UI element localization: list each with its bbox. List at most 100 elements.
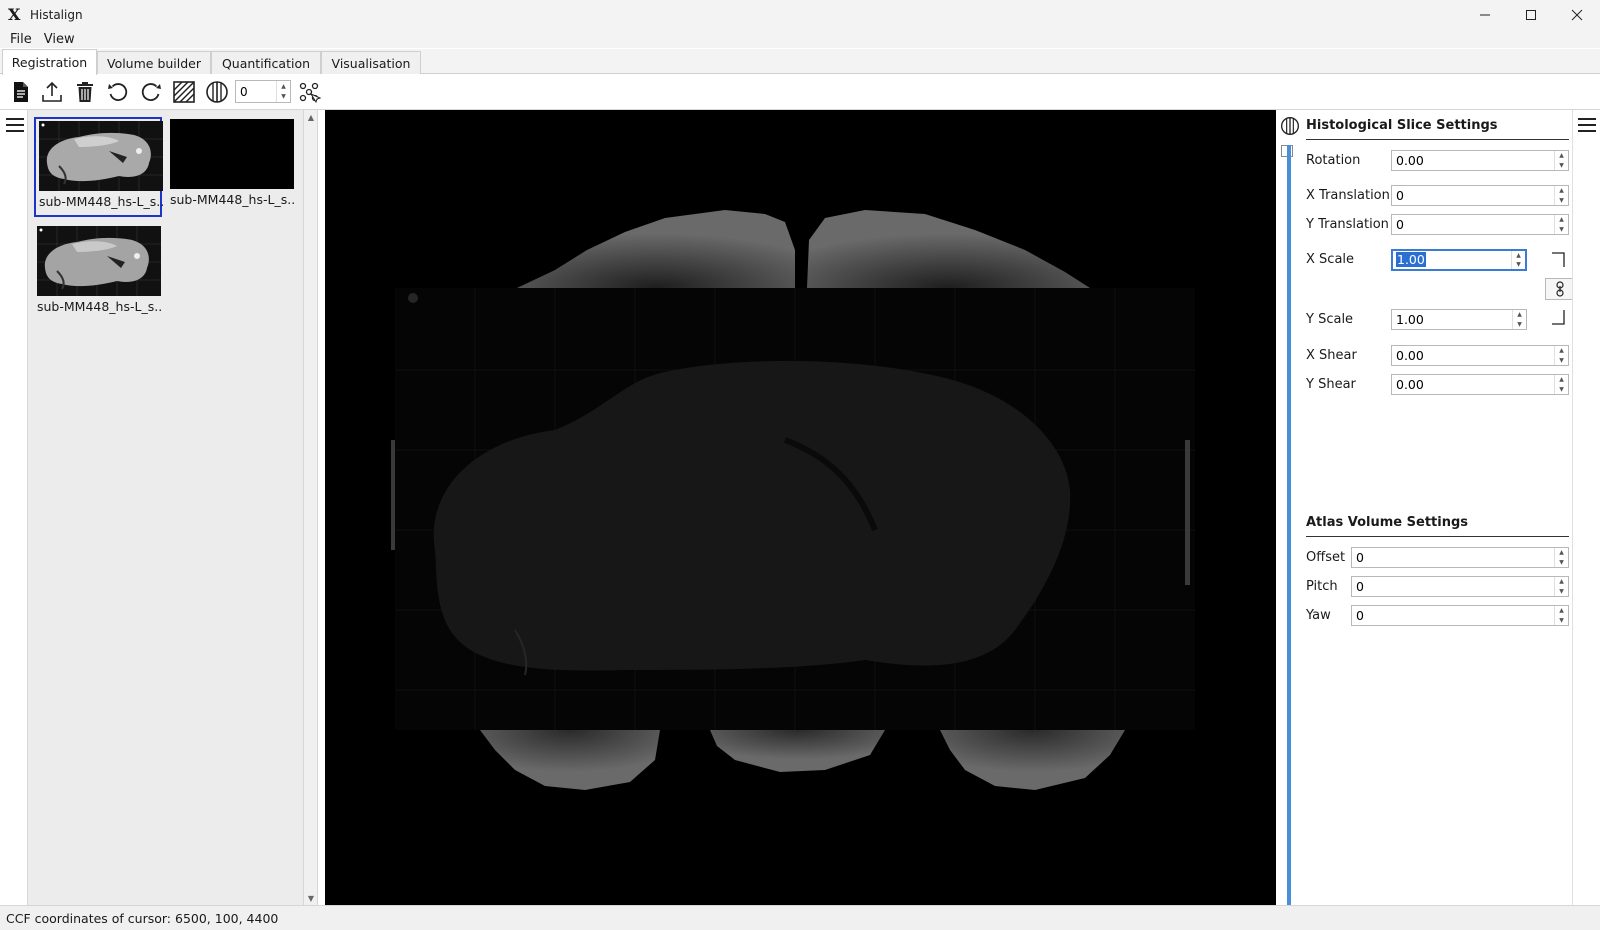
thumbnail-item[interactable]: sub-MM448_hs-L_s...: [167, 117, 296, 217]
stepper-arrows[interactable]: ▲ ▼: [1512, 310, 1526, 329]
menu-bar: File View: [0, 30, 1600, 48]
minimize-icon[interactable]: [1462, 0, 1508, 30]
y-shear-field[interactable]: ▲▼: [1391, 374, 1569, 395]
x-shear-input[interactable]: [1392, 346, 1552, 365]
scroll-up-icon[interactable]: ▲: [304, 110, 318, 124]
atlas-lobe-middle: [710, 730, 885, 772]
atlas-lobe-left: [480, 730, 660, 790]
delete-icon[interactable]: [72, 79, 98, 105]
thumbnail-caption: sub-MM448_hs-L_s...: [170, 192, 296, 207]
window-title: Histalign: [30, 8, 83, 22]
x-scale-field[interactable]: 1.00 ▲ ▼: [1391, 249, 1527, 271]
maximize-icon[interactable]: [1508, 0, 1554, 30]
slice-thumbnail-image: [39, 121, 163, 191]
tab-visualisation[interactable]: Visualisation: [321, 51, 421, 74]
y-scale-field[interactable]: ▲▼: [1391, 309, 1527, 330]
tab-registration[interactable]: Registration: [2, 49, 97, 75]
tab-bar: Registration Volume builder Quantificati…: [0, 49, 1600, 75]
contrast-icon: [1280, 116, 1300, 136]
rotate-left-icon[interactable]: [105, 79, 131, 105]
x-translation-label: X Translation: [1306, 188, 1390, 203]
stepper-arrows[interactable]: ▲ ▼: [1511, 251, 1525, 269]
histalign-logo: X: [8, 5, 21, 24]
x-translation-field[interactable]: ▲▼: [1391, 185, 1569, 206]
settings-panel-gutter: [1276, 110, 1296, 905]
stepper-arrows[interactable]: ▲ ▼: [1554, 151, 1568, 170]
scale-link-corner-top-icon: [1551, 252, 1567, 268]
offset-input[interactable]: [1352, 548, 1552, 567]
slice-index-input[interactable]: [236, 81, 274, 102]
slice-thumbnail-image: [37, 226, 161, 296]
toolbar: ▲▼: [0, 74, 1600, 110]
slice-marker-dot: [408, 293, 418, 303]
x-shear-label: X Shear: [1306, 348, 1357, 363]
thumbnail-caption: sub-MM448_hs-L_s...: [37, 299, 163, 314]
contrast-icon[interactable]: [204, 79, 230, 105]
y-scale-input[interactable]: [1392, 310, 1510, 329]
stepper-arrows[interactable]: ▲ ▼: [1554, 215, 1568, 234]
rotation-input[interactable]: [1392, 151, 1552, 170]
x-translation-input[interactable]: [1392, 186, 1552, 205]
pitch-label: Pitch: [1306, 579, 1338, 594]
stepper-arrows[interactable]: ▲ ▼: [1554, 375, 1568, 394]
y-scale-label: Y Scale: [1306, 312, 1354, 327]
yaw-label: Yaw: [1306, 608, 1331, 623]
thumbnail-item[interactable]: sub-MM448_hs-L_s...: [34, 224, 163, 324]
tab-quantification[interactable]: Quantification: [211, 51, 321, 74]
cursor-coordinates: CCF coordinates of cursor: 6500, 100, 44…: [6, 910, 279, 926]
thumbnail-scrollbar[interactable]: ▲ ▼: [304, 110, 318, 905]
slice-index-stepper[interactable]: ▲▼: [235, 80, 291, 103]
chain-link-icon: [1556, 281, 1564, 297]
registration-viewer[interactable]: [325, 110, 1276, 905]
pitch-field[interactable]: ▲▼: [1351, 576, 1569, 597]
menu-icon[interactable]: [6, 118, 24, 132]
slice-edge-right: [1185, 440, 1190, 585]
status-bar: CCF coordinates of cursor: 6500, 100, 44…: [0, 905, 1600, 930]
stepper-arrows[interactable]: ▲ ▼: [1554, 186, 1568, 205]
y-translation-input[interactable]: [1392, 215, 1552, 234]
y-translation-field[interactable]: ▲▼: [1391, 214, 1569, 235]
open-project-icon[interactable]: [7, 79, 33, 105]
x-shear-field[interactable]: ▲▼: [1391, 345, 1569, 366]
rotation-label: Rotation: [1306, 153, 1361, 168]
x-scale-label: X Scale: [1306, 252, 1355, 267]
settings-accent-bar: [1287, 145, 1291, 905]
histology-settings-title: Histological Slice Settings: [1306, 118, 1498, 133]
menu-icon[interactable]: [1578, 118, 1596, 132]
stepper-arrows[interactable]: ▲ ▼: [1554, 606, 1568, 625]
x-scale-input[interactable]: 1.00: [1396, 252, 1426, 267]
stepper-arrows[interactable]: ▲ ▼: [1554, 548, 1568, 567]
atlas-lobe-right: [940, 730, 1125, 790]
rotation-field[interactable]: ▲▼: [1391, 150, 1569, 171]
yaw-input[interactable]: [1352, 606, 1552, 625]
settings-panel: Histological Slice Settings Rotation ▲▼ …: [1281, 110, 1575, 905]
stepper-arrows[interactable]: ▲ ▼: [276, 81, 290, 102]
y-shear-label: Y Shear: [1306, 377, 1356, 392]
slice-edge-left: [391, 440, 395, 550]
hatch-toggle-icon[interactable]: [171, 79, 197, 105]
viewer-canvas: [391, 210, 1195, 790]
y-translation-label: Y Translation: [1306, 217, 1389, 232]
settings-panel-toggle-strip: [1572, 110, 1600, 905]
tab-volume-builder[interactable]: Volume builder: [97, 51, 211, 74]
stepper-arrows[interactable]: ▲ ▼: [1554, 346, 1568, 365]
stepper-arrows[interactable]: ▲ ▼: [1554, 577, 1568, 596]
menu-view[interactable]: View: [37, 32, 82, 47]
upload-icon[interactable]: [39, 79, 65, 105]
offset-label: Offset: [1306, 550, 1346, 565]
thumbnail-item[interactable]: sub-MM448_hs-L_s...: [34, 117, 165, 217]
thumbnail-caption: sub-MM448_hs-L_s...: [39, 194, 165, 209]
menu-file[interactable]: File: [3, 32, 39, 47]
atlas-cortex-right: [807, 210, 1090, 288]
y-shear-input[interactable]: [1392, 375, 1552, 394]
close-icon[interactable]: [1554, 0, 1600, 30]
scroll-down-icon[interactable]: ▼: [304, 891, 318, 905]
rotate-right-icon[interactable]: [138, 79, 164, 105]
yaw-field[interactable]: ▲▼: [1351, 605, 1569, 626]
pitch-input[interactable]: [1352, 577, 1552, 596]
landmark-icon[interactable]: [296, 79, 322, 105]
offset-field[interactable]: ▲▼: [1351, 547, 1569, 568]
scale-link-button[interactable]: [1545, 278, 1575, 300]
section-divider: [1306, 536, 1569, 537]
scale-link-corner-bottom-icon: [1551, 309, 1567, 325]
